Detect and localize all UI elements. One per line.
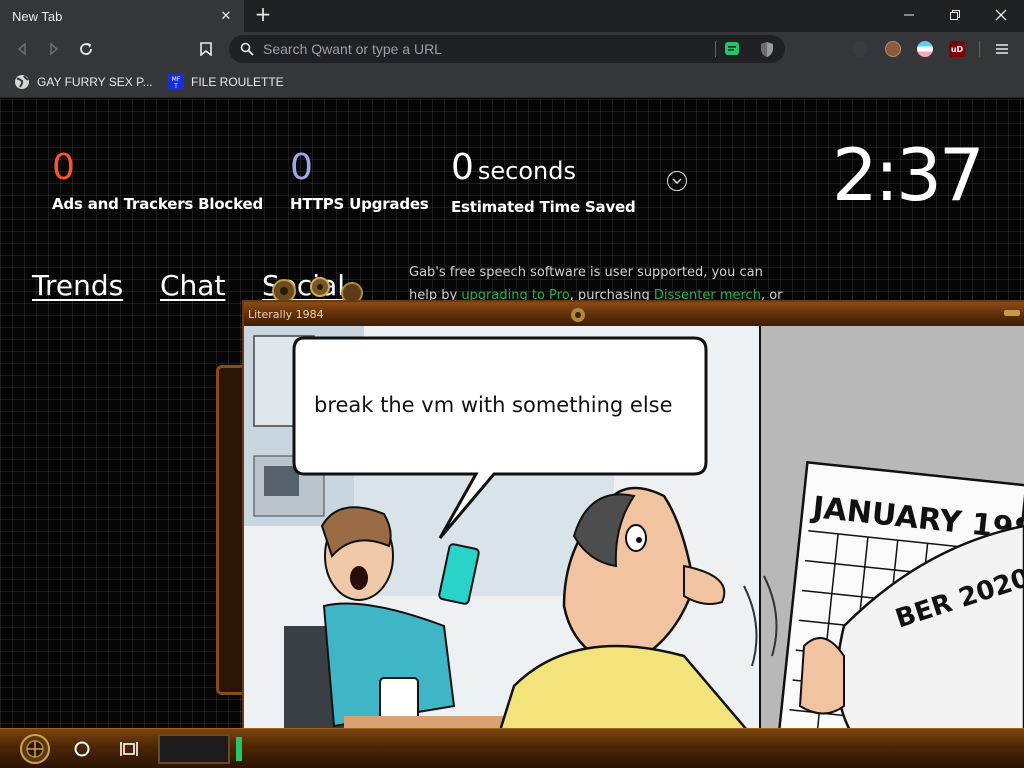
search-icon [240,42,254,56]
bookmark-icon [200,42,212,56]
forward-button[interactable] [42,37,66,61]
https-upgrades-count: 0 [290,147,313,188]
taskbar-app-slot[interactable] [158,734,230,764]
task-view-button[interactable] [114,733,146,765]
address-bar[interactable] [229,35,785,63]
trends-link[interactable]: Trends [32,269,123,302]
restore-button[interactable] [932,0,978,30]
taskbar-active-indicator [236,737,242,761]
profile-avatar-icon[interactable] [885,41,901,57]
ads-blocked-stat: 0 Ads and Trackers Blocked [52,143,263,213]
bookmark-label: GAY FURRY SEX P... [37,75,153,89]
globe-icon [15,75,29,89]
minimize-button[interactable] [886,0,932,30]
gab-line-1: Gab's free speech software is user suppo… [409,265,763,280]
time-saved-count: 0 [451,147,474,188]
browser-toolbar: uD [0,32,1024,66]
taskbar [0,728,1024,768]
bookmark-button[interactable] [194,37,218,61]
minimize-icon [904,14,914,16]
cortana-button[interactable] [66,733,98,765]
https-upgrades-stat: 0 HTTPS Upgrades [290,143,429,213]
ads-blocked-count: 0 [52,147,75,188]
ublock-icon[interactable]: uD [949,41,965,57]
circle-icon [74,741,90,757]
tab-strip: New Tab ✕ + [0,0,1024,32]
comic-illustration: break the vm with something else JANUARY… [244,326,1024,750]
image-window[interactable]: Literally 1984 break the vm with somethi… [242,300,1024,750]
menu-button[interactable] [990,37,1014,61]
chevron-down-icon [672,178,682,184]
task-view-icon [120,742,138,756]
bookmark-label: FILE ROULETTE [191,75,284,89]
tab-title: New Tab [12,8,63,24]
tab-new-tab[interactable]: New Tab ✕ [0,0,244,32]
reload-icon [80,43,92,55]
url-input[interactable] [263,35,733,63]
back-button[interactable] [10,37,34,61]
gear-icon [571,308,585,322]
time-saved-label: Estimated Time Saved [451,198,636,216]
chat-link[interactable]: Chat [160,269,225,302]
new-tab-button[interactable]: + [252,4,274,26]
close-window-button[interactable] [978,0,1024,30]
back-icon [17,42,26,56]
start-button[interactable] [12,733,58,765]
expand-stats-button[interactable] [667,171,687,191]
https-upgrades-label: HTTPS Upgrades [290,195,429,213]
divider [979,41,980,57]
hamburger-menu-icon [996,44,1008,54]
time-saved-stat: 0 seconds Estimated Time Saved [451,143,636,216]
gear-start-icon [20,734,50,764]
bookmark-item[interactable]: GAY FURRY SEX P... [14,72,153,92]
gears-decoration [272,277,363,303]
restore-icon [950,10,960,20]
extension-icon[interactable] [852,41,868,57]
speech-bubble-text: break the vm with something else [314,393,673,417]
window-title: Literally 1984 [248,307,324,321]
svg-text:T: T [173,83,178,90]
side-frame-decoration [216,365,242,695]
svg-text:MF: MF [172,76,181,83]
time-saved-unit: seconds [477,157,577,185]
flag-extension-icon[interactable] [917,41,933,57]
close-icon [995,9,1007,21]
divider [715,41,716,57]
dissenter-icon[interactable] [724,41,740,57]
window-titlebar[interactable]: Literally 1984 [244,302,1024,326]
window-control-icon[interactable] [1004,310,1020,316]
ads-blocked-label: Ads and Trackers Blocked [52,195,264,213]
mft-favicon: MFT [168,74,184,90]
shield-icon[interactable] [759,41,775,58]
forward-icon [50,42,59,56]
bookmarks-bar: GAY FURRY SEX P... MF T FILE ROULETTE [0,66,1024,98]
clock: 2:37 [832,133,985,217]
reload-button[interactable] [74,37,98,61]
comic-image: break the vm with something else JANUARY… [244,326,1024,750]
close-icon[interactable]: ✕ [218,8,234,24]
bookmark-item[interactable]: MF T FILE ROULETTE [168,72,284,92]
